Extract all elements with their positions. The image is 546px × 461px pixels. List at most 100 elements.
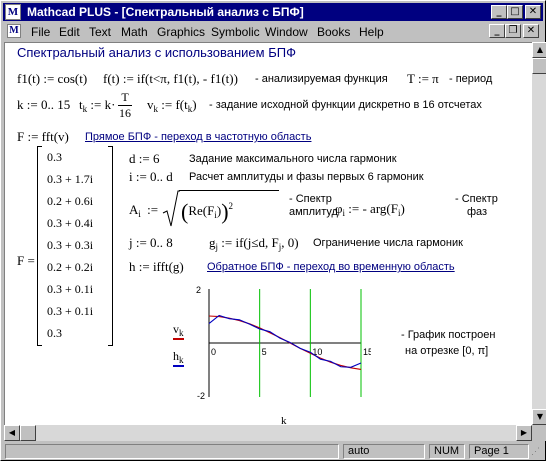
resize-grip-icon[interactable]: ⋰ xyxy=(531,446,540,457)
maximize-button[interactable]: □ xyxy=(507,5,523,19)
vk-rhs-end: ) xyxy=(192,97,197,112)
vector-entry: 0.3 + 0.1i xyxy=(47,282,94,296)
status-mode: auto xyxy=(343,444,425,459)
vk-subscript: k xyxy=(153,104,159,114)
F-definition[interactable]: F := fft(v) xyxy=(17,129,69,145)
g-rhs: := if(j≤d, F xyxy=(221,235,279,250)
vk-note: - задание исходной функции дискретно в 1… xyxy=(209,99,482,111)
tk-numerator: T xyxy=(118,90,132,106)
menu-window[interactable]: Window xyxy=(265,25,308,39)
menu-text[interactable]: Text xyxy=(89,25,111,39)
i-note: Расчет амплитуды и фазы первых 6 гармони… xyxy=(189,171,424,183)
legend-vk: vk xyxy=(173,322,184,340)
d-note: Задание максимального числа гармоник xyxy=(189,153,397,165)
A-radicand: (Re(Fi))2 xyxy=(181,199,234,224)
status-message xyxy=(5,444,339,459)
f-definition[interactable]: f(t) := if(t<π, f1(t), - f1(t)) xyxy=(103,71,238,87)
menu-bar: M File Edit Text Math Graphics Symbolic … xyxy=(3,22,543,41)
doc-minimize-button[interactable]: _ xyxy=(489,24,505,38)
F-result-label: F = xyxy=(17,253,35,268)
phi-rhs: := - arg(F xyxy=(348,201,398,216)
menu-symbolic[interactable]: Symbolic xyxy=(211,25,260,39)
d-definition[interactable]: d := 6 xyxy=(129,151,159,167)
menu-help[interactable]: Help xyxy=(359,25,384,39)
scroll-right-arrow-icon[interactable]: ▶ xyxy=(516,425,532,441)
menu-books[interactable]: Books xyxy=(317,25,350,39)
status-num: NUM xyxy=(429,444,465,459)
phi-subscript: i xyxy=(342,208,346,218)
close-button[interactable]: ✕ xyxy=(525,5,541,19)
A-note-line1: - Спектр xyxy=(289,193,332,205)
app-window: M Mathcad PLUS - [Спектральный анализ с … xyxy=(0,0,546,461)
hscroll-thumb[interactable] xyxy=(20,425,36,441)
menu-math[interactable]: Math xyxy=(121,25,148,39)
vk-definition[interactable]: vk := f(tk) xyxy=(147,97,197,114)
vk-rhs: := f(t xyxy=(161,97,188,112)
doc-restore-button[interactable]: ❐ xyxy=(505,24,521,38)
window-title: Mathcad PLUS - [Спектральный анализ с БП… xyxy=(27,5,304,19)
vector-entry: 0.3 + 0.4i xyxy=(47,216,94,230)
h-note-link[interactable]: Обратное БПФ - переход во временную обла… xyxy=(207,261,455,273)
i-range[interactable]: i := 0.. d xyxy=(129,169,173,185)
tk-definition[interactable]: tk := k· xyxy=(79,97,115,114)
menu-edit[interactable]: Edit xyxy=(59,25,80,39)
vector-entry: 0.3 + 0.3i xyxy=(47,238,94,252)
menu-file[interactable]: File xyxy=(31,25,50,39)
doc-close-button[interactable]: ✕ xyxy=(523,24,539,38)
f-note: - анализируемая функция xyxy=(255,73,388,85)
F-result-vector[interactable]: 0.3 0.3 + 1.7i 0.2 + 0.6i 0.3 + 0.4i 0.3… xyxy=(37,146,113,346)
vector-entry: 0.3 xyxy=(47,326,62,340)
scroll-corner xyxy=(532,425,546,441)
document-icon[interactable]: M xyxy=(7,24,21,38)
scroll-up-arrow-icon[interactable]: ▲ xyxy=(532,42,546,58)
plot-region[interactable]: 2-2051015 xyxy=(195,283,371,403)
x-axis-label: k xyxy=(281,415,287,425)
g-note: Ограничение числа гармоник xyxy=(313,237,463,249)
title-bar[interactable]: M Mathcad PLUS - [Спектральный анализ с … xyxy=(3,3,543,21)
legend-hk: hk xyxy=(173,349,184,367)
x-tick-label: 15 xyxy=(363,347,371,357)
y-tick-label: 2 xyxy=(196,285,201,295)
A-lhs: A xyxy=(129,202,139,217)
minimize-button[interactable]: _ xyxy=(491,5,507,19)
horizontal-scrollbar[interactable]: ◀ ▶ xyxy=(4,425,532,441)
vector-entry: 0.3 xyxy=(47,150,62,164)
status-bar: auto NUM Page 1 ⋰ xyxy=(3,442,545,460)
scroll-thumb[interactable] xyxy=(532,58,546,74)
vector-entry: 0.3 + 1.7i xyxy=(47,172,94,186)
g-rhs-end: , 0) xyxy=(281,235,299,250)
scroll-left-arrow-icon[interactable]: ◀ xyxy=(4,425,20,441)
g-definition[interactable]: gj := if(j≤d, Fj, 0) xyxy=(209,235,299,252)
menu-graphics[interactable]: Graphics xyxy=(157,25,205,39)
worksheet-heading: Спектральный анализ с использованием БПФ xyxy=(17,45,296,60)
f1-definition[interactable]: f1(t) := cos(t) xyxy=(17,71,87,87)
x-tick-label: 5 xyxy=(262,347,267,357)
x-tick-label: 0 xyxy=(211,347,216,357)
phi-definition[interactable]: φi := - arg(Fi) xyxy=(335,201,405,218)
sqrt-sign-icon xyxy=(162,190,180,227)
status-page: Page 1 xyxy=(469,444,529,459)
A-subscript: i xyxy=(138,209,141,219)
mathcad-icon[interactable]: M xyxy=(5,4,21,20)
right-bracket xyxy=(108,146,113,346)
tk-subscript: k xyxy=(82,104,88,114)
left-bracket xyxy=(37,146,42,346)
plot-note-line2: на отрезке [0, π] xyxy=(405,345,489,357)
tk-rhs: := k· xyxy=(90,97,116,112)
F-note-link[interactable]: Прямое БПФ - переход в частотную область xyxy=(85,131,311,143)
y-tick-label: -2 xyxy=(197,391,205,401)
scroll-down-arrow-icon[interactable]: ▼ xyxy=(532,409,546,425)
series-line-h-k xyxy=(208,314,362,368)
j-range[interactable]: j := 0.. 8 xyxy=(129,235,173,251)
vector-entry: 0.2 + 0.6i xyxy=(47,194,94,208)
k-range[interactable]: k := 0.. 15 xyxy=(17,97,70,113)
tk-denominator: 16 xyxy=(119,106,131,120)
g-subscript: j xyxy=(215,242,219,252)
h-definition[interactable]: h := ifft(g) xyxy=(129,259,184,275)
vector-entry: 0.3 + 0.1i xyxy=(47,304,94,318)
worksheet[interactable]: Спектральный анализ с использованием БПФ… xyxy=(4,42,532,425)
vector-entry: 0.2 + 0.2i xyxy=(47,260,94,274)
vertical-scrollbar[interactable]: ▲ ▼ xyxy=(532,42,546,425)
phi-note-line2: фаз xyxy=(467,206,488,218)
T-definition[interactable]: T := π xyxy=(407,71,439,87)
